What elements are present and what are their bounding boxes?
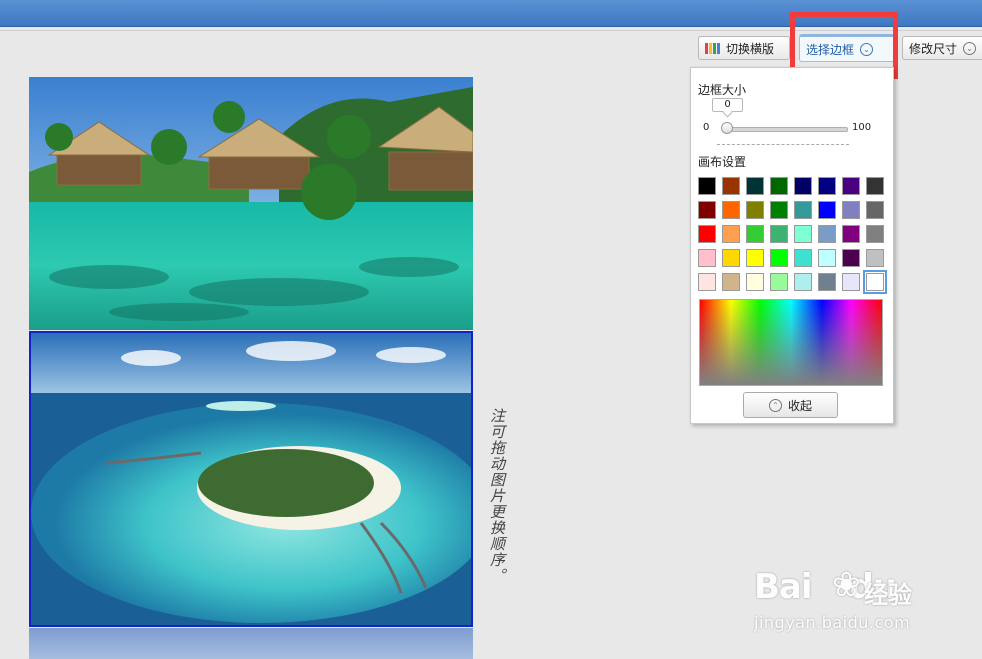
color-swatch[interactable] xyxy=(698,225,716,243)
paw-logo-icon: ❀ xyxy=(832,565,861,605)
bungalows-image xyxy=(29,77,473,330)
color-swatch[interactable] xyxy=(794,177,812,195)
color-swatch[interactable] xyxy=(722,177,740,195)
border-size-label: 边框大小 xyxy=(698,83,747,97)
color-swatch[interactable] xyxy=(746,177,764,195)
color-swatch[interactable] xyxy=(746,201,764,219)
select-border-button[interactable]: 选择边框 ⌄ xyxy=(799,34,895,62)
color-swatch[interactable] xyxy=(770,249,788,267)
layout-palette-icon xyxy=(705,42,720,54)
photo-bungalows[interactable] xyxy=(29,77,473,330)
color-spectrum-picker[interactable] xyxy=(699,299,883,386)
photo-atoll[interactable] xyxy=(29,331,473,627)
atoll-image xyxy=(31,333,471,625)
color-swatch[interactable] xyxy=(698,273,716,291)
border-settings-panel: 边框大小 0 0 100 画布设置 ⌃ 收起 xyxy=(690,67,894,424)
color-swatch[interactable] xyxy=(746,249,764,267)
color-swatch[interactable] xyxy=(770,273,788,291)
border-size-slider-handle[interactable] xyxy=(721,122,733,134)
chevron-up-circle-icon: ⌃ xyxy=(768,398,782,412)
border-size-value: 0 xyxy=(712,98,743,112)
color-swatch[interactable] xyxy=(722,201,740,219)
resize-label: 修改尺寸 xyxy=(909,41,958,56)
color-swatch[interactable] xyxy=(794,273,812,291)
resize-button[interactable]: 修改尺寸 ⌄ xyxy=(902,36,982,60)
color-swatch[interactable] xyxy=(698,177,716,195)
watermark-url: jingyan.baidu.com xyxy=(754,613,911,632)
color-swatch[interactable] xyxy=(746,273,764,291)
baidu-jingyan-watermark: Bai du ❀ 经验 jingyan.baidu.com xyxy=(754,565,982,659)
color-swatch[interactable] xyxy=(842,225,860,243)
color-swatch[interactable] xyxy=(842,273,860,291)
color-swatch[interactable] xyxy=(794,249,812,267)
photo-third-partial[interactable] xyxy=(29,628,473,659)
slider-min-label: 0 xyxy=(703,122,710,133)
color-swatch[interactable] xyxy=(722,225,740,243)
color-swatch[interactable] xyxy=(842,201,860,219)
slider-max-label: 100 xyxy=(852,122,872,133)
color-swatch[interactable] xyxy=(842,249,860,267)
color-swatch[interactable] xyxy=(818,249,836,267)
color-swatch[interactable] xyxy=(866,249,884,267)
color-swatch[interactable] xyxy=(770,225,788,243)
color-swatch[interactable] xyxy=(863,270,887,294)
canvas-settings-label: 画布设置 xyxy=(698,155,747,169)
switch-layout-label: 切换横版 xyxy=(726,41,775,56)
color-swatch[interactable] xyxy=(818,273,836,291)
color-swatch[interactable] xyxy=(866,177,884,195)
color-swatch[interactable] xyxy=(866,201,884,219)
select-border-label: 选择边框 xyxy=(806,42,855,57)
chevron-down-circle-icon: ⌄ xyxy=(860,42,874,56)
watermark-label: 经验 xyxy=(864,581,912,609)
dashed-divider xyxy=(717,144,849,145)
switch-layout-button[interactable]: 切换横版 xyxy=(698,36,790,60)
color-swatch-grid xyxy=(698,177,888,294)
color-swatch[interactable] xyxy=(770,177,788,195)
color-swatch[interactable] xyxy=(866,225,884,243)
color-swatch[interactable] xyxy=(722,273,740,291)
color-swatch[interactable] xyxy=(794,201,812,219)
color-swatch[interactable] xyxy=(698,201,716,219)
drag-hint-note: 注可拖动图片更换顺序。 xyxy=(488,408,506,584)
color-swatch[interactable] xyxy=(794,225,812,243)
toolbar-divider xyxy=(0,30,982,31)
color-swatch[interactable] xyxy=(698,249,716,267)
color-swatch[interactable] xyxy=(722,249,740,267)
color-swatch[interactable] xyxy=(818,225,836,243)
color-swatch[interactable] xyxy=(770,201,788,219)
collapse-label: 收起 xyxy=(787,398,812,413)
border-size-slider-track[interactable] xyxy=(726,127,848,132)
color-swatch[interactable] xyxy=(746,225,764,243)
chevron-down-circle-icon: ⌄ xyxy=(963,41,977,55)
color-swatch[interactable] xyxy=(818,201,836,219)
color-swatch[interactable] xyxy=(842,177,860,195)
collapse-button[interactable]: ⌃ 收起 xyxy=(743,392,838,418)
color-swatch[interactable] xyxy=(818,177,836,195)
window-title-bar xyxy=(0,0,982,27)
